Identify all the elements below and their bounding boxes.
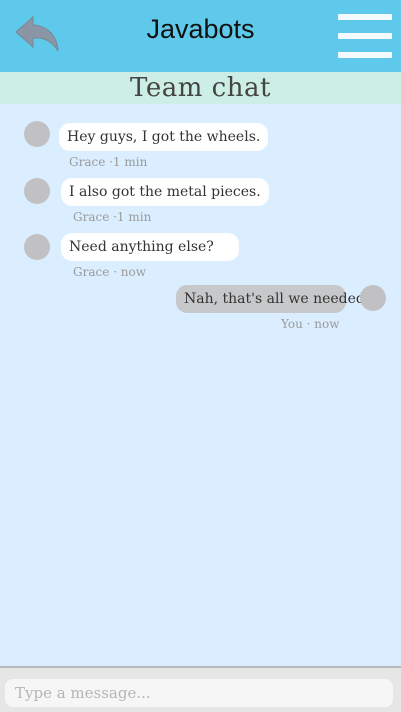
- chat-title: Team chat: [130, 73, 271, 103]
- message-input[interactable]: [5, 679, 393, 707]
- message-bubble: I also got the metal pieces.: [61, 178, 269, 206]
- message-bubble: Hey guys, I got the wheels.: [59, 123, 269, 151]
- app-header: Javabots: [0, 0, 401, 72]
- composer-bar: [0, 666, 401, 712]
- message-meta: Grace ·1 min: [69, 155, 148, 169]
- avatar: [360, 285, 386, 311]
- message-meta: You · now: [281, 317, 340, 331]
- message-meta: Grace ·1 min: [73, 210, 152, 224]
- avatar: [24, 234, 50, 260]
- hamburger-menu-icon: [338, 52, 392, 58]
- chat-title-bar: Team chat: [0, 72, 401, 104]
- message-bubble: Need anything else?: [61, 233, 239, 261]
- avatar: [24, 121, 50, 147]
- avatar: [24, 178, 50, 204]
- message-meta: Grace · now: [73, 265, 146, 279]
- message-bubble: Nah, that's all we needed.: [176, 285, 369, 313]
- hamburger-menu-icon: [338, 33, 392, 39]
- hamburger-menu-icon: [338, 14, 392, 20]
- menu-button[interactable]: [338, 14, 392, 58]
